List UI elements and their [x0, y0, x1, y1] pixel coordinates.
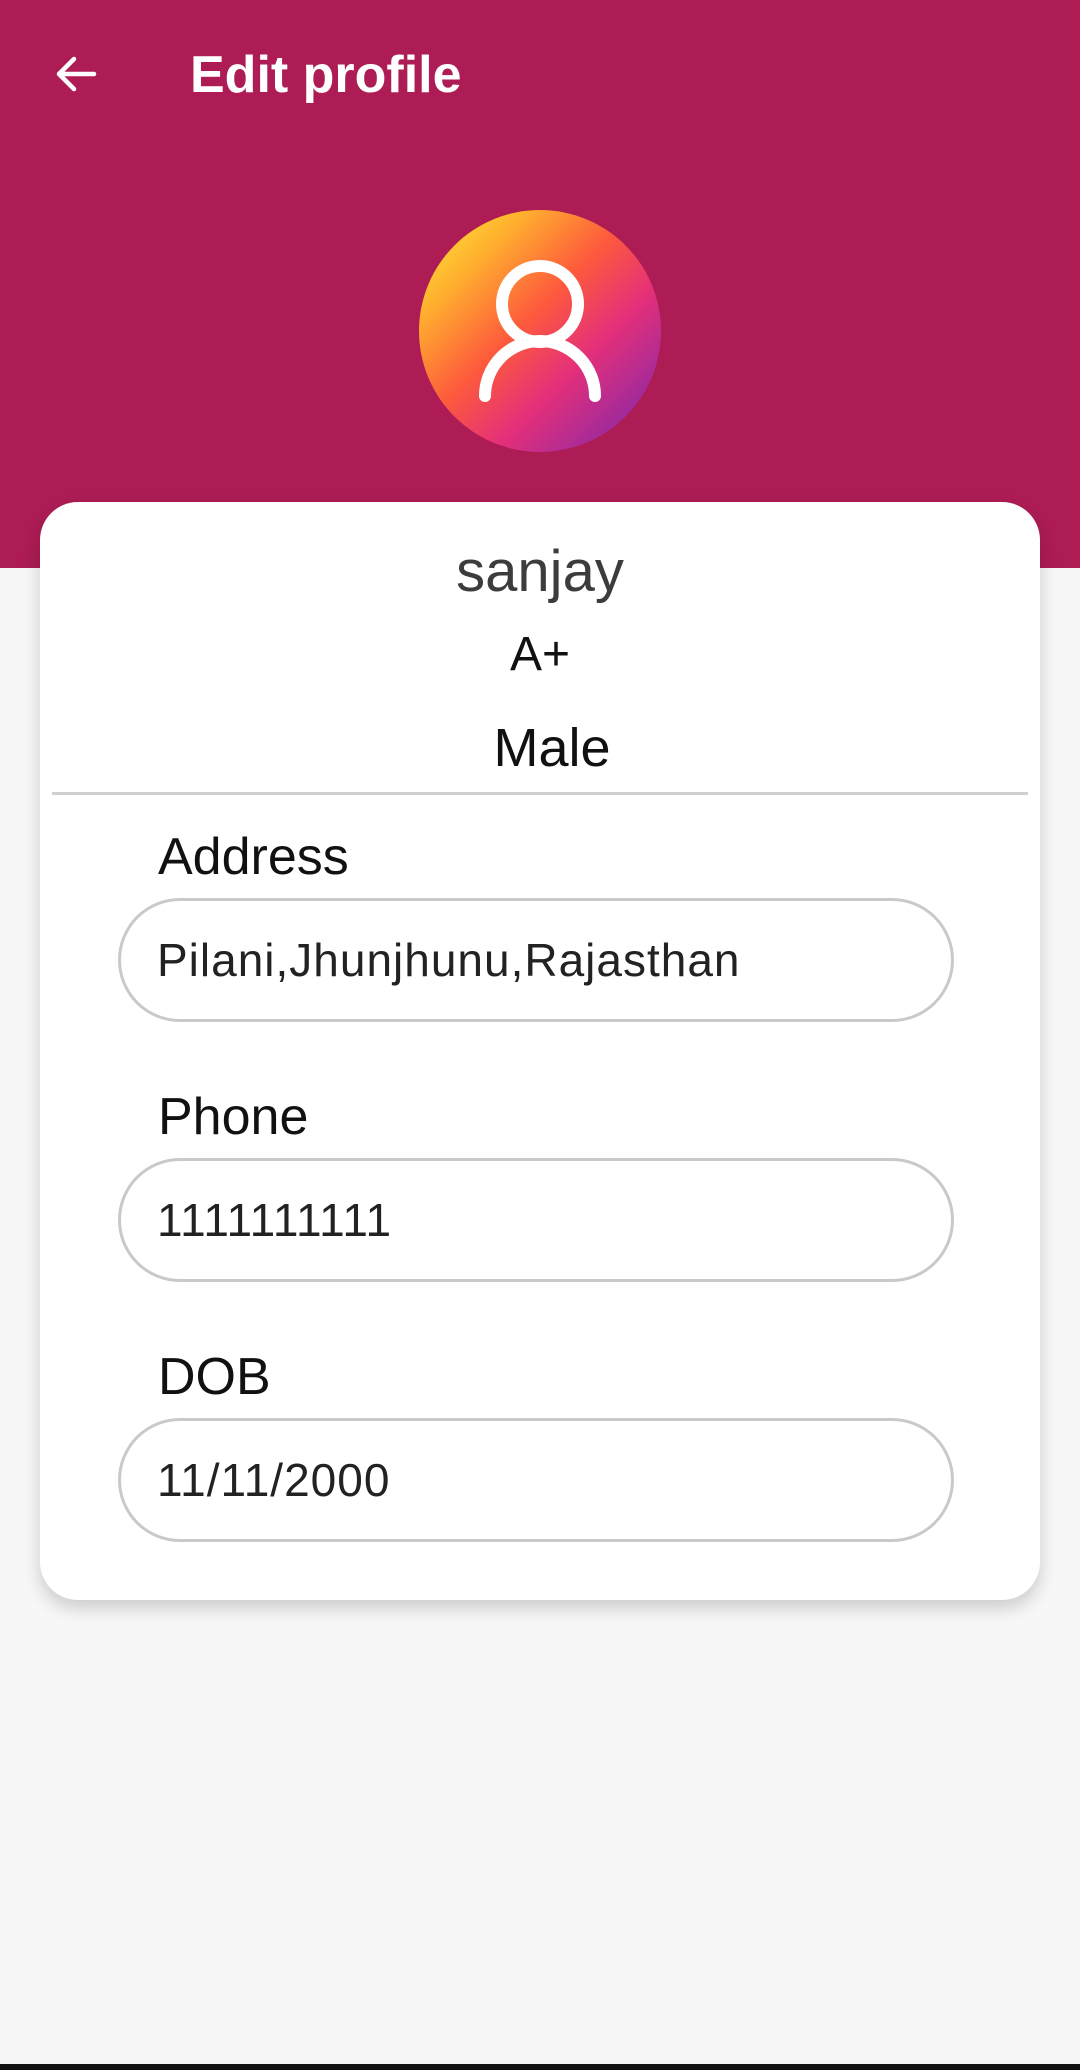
arrow-left-icon [56, 56, 97, 92]
dob-label: DOB [158, 1348, 271, 1406]
gender: Male [493, 718, 611, 778]
blood-group: A+ [509, 628, 571, 681]
bottom-edge [0, 2064, 1080, 2070]
dob-field[interactable]: 11/11/2000 [118, 1418, 954, 1542]
page-title: Edit profile [190, 46, 462, 104]
divider [52, 792, 1028, 795]
address-label: Address [158, 828, 349, 886]
phone-field[interactable]: 1111111111 [118, 1158, 954, 1282]
profile-name: sanjay [456, 539, 624, 604]
phone-label: Phone [158, 1088, 309, 1146]
avatar[interactable] [419, 210, 661, 452]
app-bar: Edit profile [0, 0, 1080, 150]
user-icon [479, 260, 601, 402]
back-button[interactable] [44, 42, 108, 106]
address-field[interactable]: Pilani,Jhunjhunu,Rajasthan [118, 898, 954, 1022]
profile-card: sanjay A+ Male Address Pilani,Jhunjhunu,… [40, 502, 1040, 1600]
